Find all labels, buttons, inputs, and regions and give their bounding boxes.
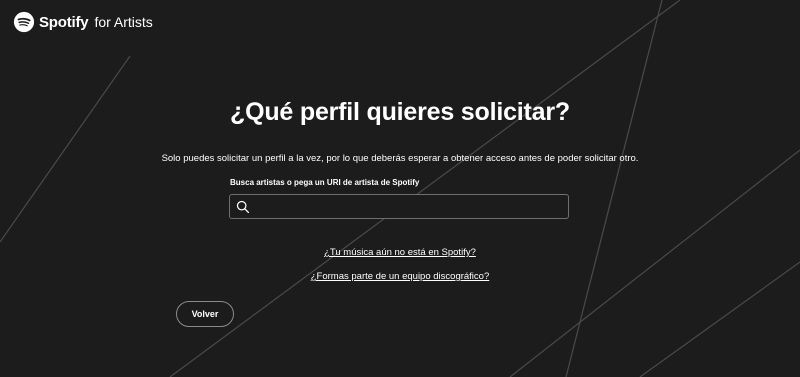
page: Spotify for Artists ¿Qué perfil quieres … <box>0 0 800 377</box>
brand-suffix: for Artists <box>94 14 153 30</box>
page-title: ¿Qué perfil quieres solicitar? <box>230 98 570 126</box>
back-button[interactable]: Volver <box>176 301 234 327</box>
brand-name: Spotify <box>39 13 89 31</box>
search-label: Busca artistas o pega un URI de artista … <box>230 178 420 187</box>
music-not-on-spotify-link[interactable]: ¿Tu música aún no está en Spotify? <box>0 247 800 258</box>
label-team-link[interactable]: ¿Formas parte de un equipo discográfico? <box>0 271 800 282</box>
background-decoration <box>0 0 800 377</box>
artist-search-field[interactable] <box>229 194 569 219</box>
spotify-logo-icon <box>13 11 35 33</box>
artist-search-input[interactable] <box>250 195 568 218</box>
search-icon <box>236 200 250 213</box>
spotify-for-artists-logo[interactable]: Spotify for Artists <box>13 11 153 33</box>
page-subtitle: Solo puedes solicitar un perfil a la vez… <box>161 153 639 164</box>
